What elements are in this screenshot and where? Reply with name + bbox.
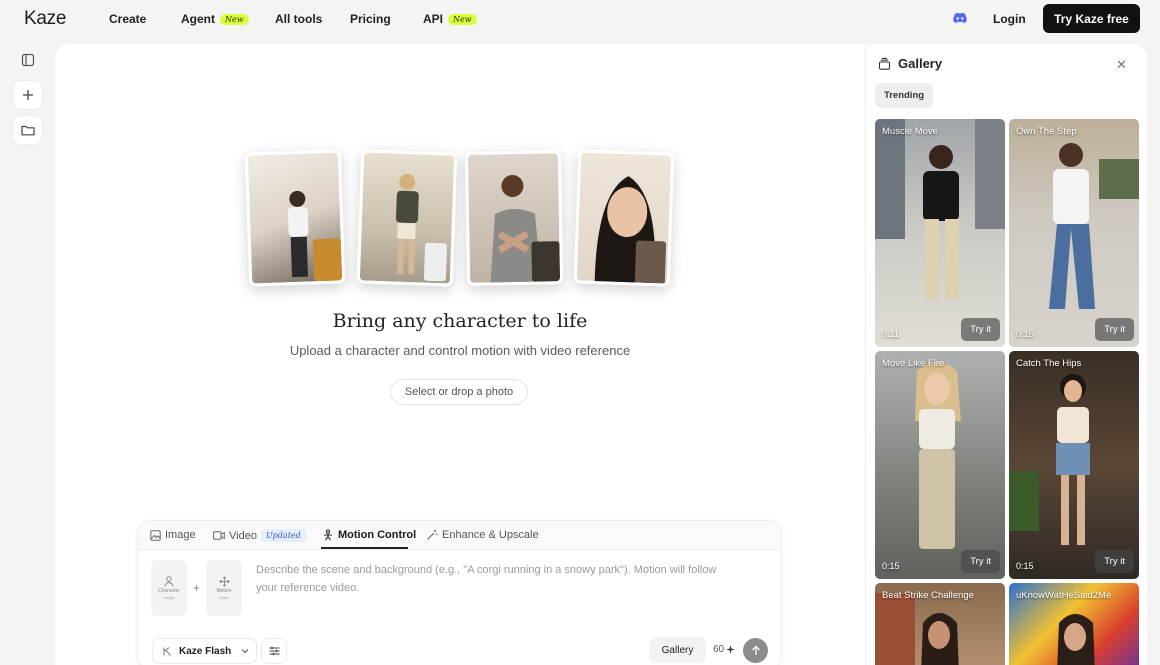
tab-image[interactable]: Image [150,529,196,541]
sliders-icon [269,646,279,656]
gallery-card-image [915,362,961,549]
tab-motion-control[interactable]: Motion Control [322,529,416,541]
kaze-logo[interactable]: Kaze [24,8,66,30]
tab-video[interactable]: Video Updated [213,529,306,542]
close-icon[interactable]: ✕ [1116,57,1127,73]
nav-create-label: Create [109,12,147,26]
gallery-card-image [875,119,1005,299]
video-icon [213,531,225,540]
settings-button[interactable] [261,638,287,664]
nav-all-tools[interactable]: All tools [275,12,322,26]
gallery-card-image [1049,143,1139,309]
plus-icon: + [193,581,201,595]
gallery-card-image [1009,374,1090,545]
gallery-button[interactable]: Gallery [649,637,706,663]
nav-api-label: API [423,12,444,26]
hero-title: Bring any character to life [332,310,588,332]
motion-slot-label: Motion [216,588,232,594]
top-nav: Kaze Create Agent New All tools Pricing A… [0,0,1160,38]
prompt-input[interactable]: Describe the scene and background (e.g.,… [256,561,736,597]
card-duration: 0:15 [1016,329,1034,339]
logo-text: Kaze [24,8,67,29]
gallery-card[interactable]: Move Like Fire 0:15 Try it [875,351,1005,579]
updated-badge: Updated [260,529,306,542]
mode-tabs: Image Video Updated Motion Control Enhan… [138,521,781,550]
credits-cost: 60 [713,644,736,655]
nav-pricing-label: Pricing [350,12,391,26]
gallery-card[interactable]: uKnowWatHeSaid2Me [1009,583,1139,665]
card-duration: 0:11 [882,329,899,339]
gallery-card[interactable]: Muscle Move 0:11 Try it [875,119,1005,347]
folder-button[interactable] [13,116,42,144]
card-duration: 0:15 [1016,561,1034,571]
person-icon [164,576,174,587]
hero-example-image [356,149,458,287]
nav-create[interactable]: Create [109,12,146,26]
nav-pricing[interactable]: Pricing [350,12,391,26]
new-badge: New [220,13,249,25]
chevron-down-icon [241,649,249,654]
model-name: Kaze Flash [179,645,232,657]
gallery-title: Gallery [898,56,943,71]
nav-all-tools-label: All tools [275,12,323,26]
tab-enhance-upscale-label: Enhance & Upscale [442,529,539,541]
move-icon [218,576,230,587]
nav-api[interactable]: API New [423,12,477,26]
gallery-card[interactable]: Beat Strike Challenge [875,583,1005,665]
model-selector[interactable]: Kaze Flash [152,638,257,664]
wand-icon [427,530,438,540]
sidebar-icon [21,53,34,67]
hero-example-image [464,150,564,286]
tab-motion-control-label: Motion Control [338,529,417,541]
gallery-icon [878,57,891,70]
prompt-composer: Image Video Updated Motion Control Enhan… [137,520,782,665]
sparkle-icon [726,645,736,654]
login-link[interactable]: Login [993,12,1026,26]
try-it-button[interactable]: Try it [1095,550,1134,573]
gallery-card[interactable]: Catch The Hips 0:15 Try it [1009,351,1139,579]
card-title: Catch The Hips [1016,358,1082,369]
card-title: Move Like Fire [882,358,945,369]
hero-example-image [573,149,675,287]
try-kaze-free-button[interactable]: Try Kaze free [1043,4,1140,33]
character-slot-label: Character [158,588,180,594]
kaze-model-icon [163,646,171,656]
select-photo-button[interactable]: Select or drop a photo [390,379,528,405]
motion-upload-slot[interactable]: Motion Video [206,560,242,616]
try-it-button[interactable]: Try it [961,318,1000,341]
motion-slot-sublabel: Video [218,595,230,600]
card-title: uKnowWatHeSaid2Me [1016,590,1112,601]
try-it-button[interactable]: Try it [1095,318,1134,341]
trending-filter[interactable]: Trending [875,83,933,108]
nav-agent-label: Agent [181,12,215,26]
arrow-up-icon [751,645,760,655]
card-title: Muscle Move [882,126,938,137]
credits-value: 60 [713,644,725,655]
plus-icon [22,90,33,100]
tab-image-label: Image [165,529,196,541]
card-title: Own The Step [1016,126,1077,137]
new-button[interactable] [13,81,42,109]
try-it-button[interactable]: Try it [961,550,1000,573]
tab-video-label: Video [229,529,257,542]
gallery-card[interactable]: Own The Step 0:15 Try it [1009,119,1139,347]
image-icon [150,529,161,541]
tab-enhance-upscale[interactable]: Enhance & Upscale [426,529,539,541]
nav-agent[interactable]: Agent New [181,12,249,26]
hero-example-image [244,149,346,287]
new-badge: New [448,13,477,25]
folder-icon [20,125,35,136]
card-title: Beat Strike Challenge [882,590,974,601]
active-tab-indicator [321,547,408,549]
card-duration: 0:15 [882,561,900,571]
character-upload-slot[interactable]: Character Image [151,560,187,616]
character-slot-sublabel: Image [163,595,175,600]
gallery-panel: Gallery ✕ Trending Muscle Move 0:11 Try … [865,44,1147,665]
gallery-header: Gallery [878,56,942,71]
send-button[interactable] [743,638,768,663]
toggle-sidebar-button[interactable] [13,46,42,74]
discord-icon[interactable] [953,12,967,24]
hero-subtitle: Upload a character and control motion wi… [289,343,631,358]
motion-icon [324,529,332,541]
